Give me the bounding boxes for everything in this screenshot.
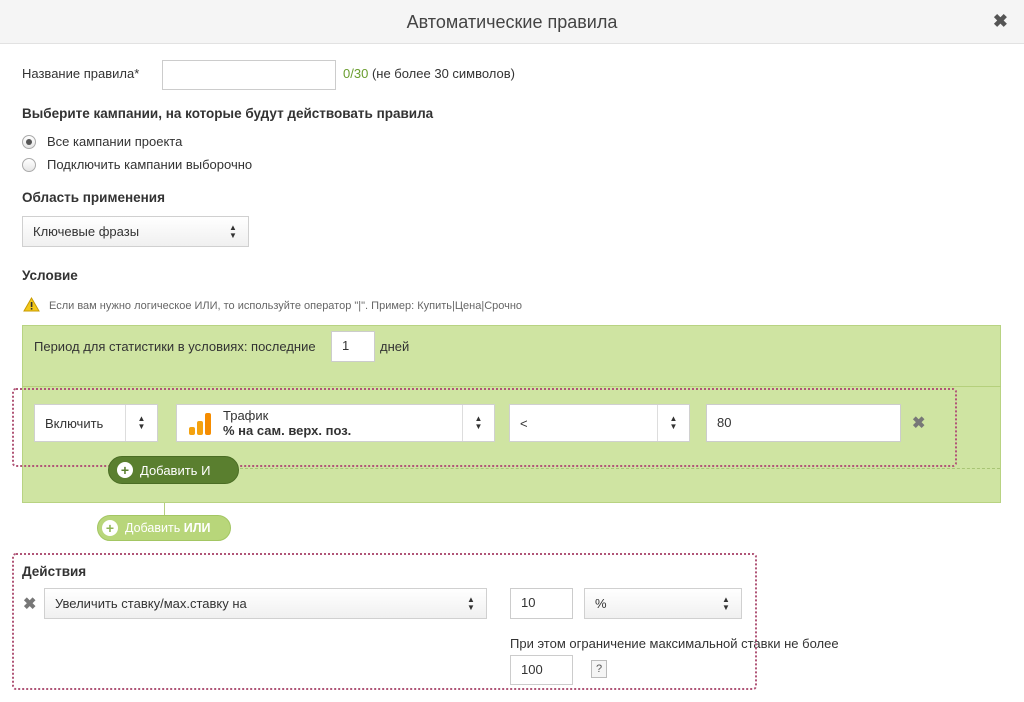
rule-name-count: 0/30: [343, 66, 369, 81]
radio-all-campaigns-label[interactable]: Все кампании проекта: [47, 134, 182, 149]
add-or-label-bold: ИЛИ: [183, 521, 211, 535]
dialog-title: Автоматические правила: [406, 12, 618, 32]
campaigns-heading: Выберите кампании, на которые будут дейс…: [22, 106, 434, 121]
rule-name-label: Название правила*: [22, 66, 140, 81]
close-icon[interactable]: ✖: [993, 11, 1008, 32]
period-label: Период для статистики в условиях: послед…: [34, 339, 316, 354]
rule-name-counter: 0/30 (не более 30 символов): [343, 66, 515, 81]
condition-dash-line: [240, 468, 1000, 469]
radio-select-campaigns-label[interactable]: Подключить кампании выборочно: [47, 157, 252, 172]
add-or-label-prefix: Добавить: [125, 521, 181, 535]
scope-heading: Область применения: [22, 190, 165, 205]
add-or-button[interactable]: + Добавить ИЛИ: [97, 515, 231, 541]
period-input[interactable]: 1: [331, 331, 375, 362]
scope-select-value: Ключевые фразы: [33, 224, 140, 239]
plus-icon: +: [117, 462, 133, 478]
select-arrows-icon: ▲ ▼: [229, 222, 237, 240]
period-unit: дней: [380, 339, 410, 354]
condition-warning-text: Если вам нужно логическое ИЛИ, то исполь…: [49, 300, 523, 312]
actions-highlight: [12, 553, 757, 690]
add-and-label: Добавить И: [140, 462, 211, 478]
dialog-header: Автоматические правила ✖: [0, 0, 1024, 44]
plus-icon: +: [102, 520, 118, 536]
condition-divider: [22, 386, 1001, 387]
warning-icon: [23, 297, 40, 312]
rule-name-hint: (не более 30 символов): [371, 66, 516, 81]
condition-heading: Условие: [22, 268, 78, 283]
rule-name-input[interactable]: [162, 60, 336, 90]
add-and-button[interactable]: + Добавить И: [108, 456, 239, 484]
scope-select[interactable]: Ключевые фразы ▲ ▼: [22, 216, 249, 247]
radio-select-campaigns[interactable]: [22, 158, 36, 172]
radio-all-campaigns[interactable]: [22, 135, 36, 149]
